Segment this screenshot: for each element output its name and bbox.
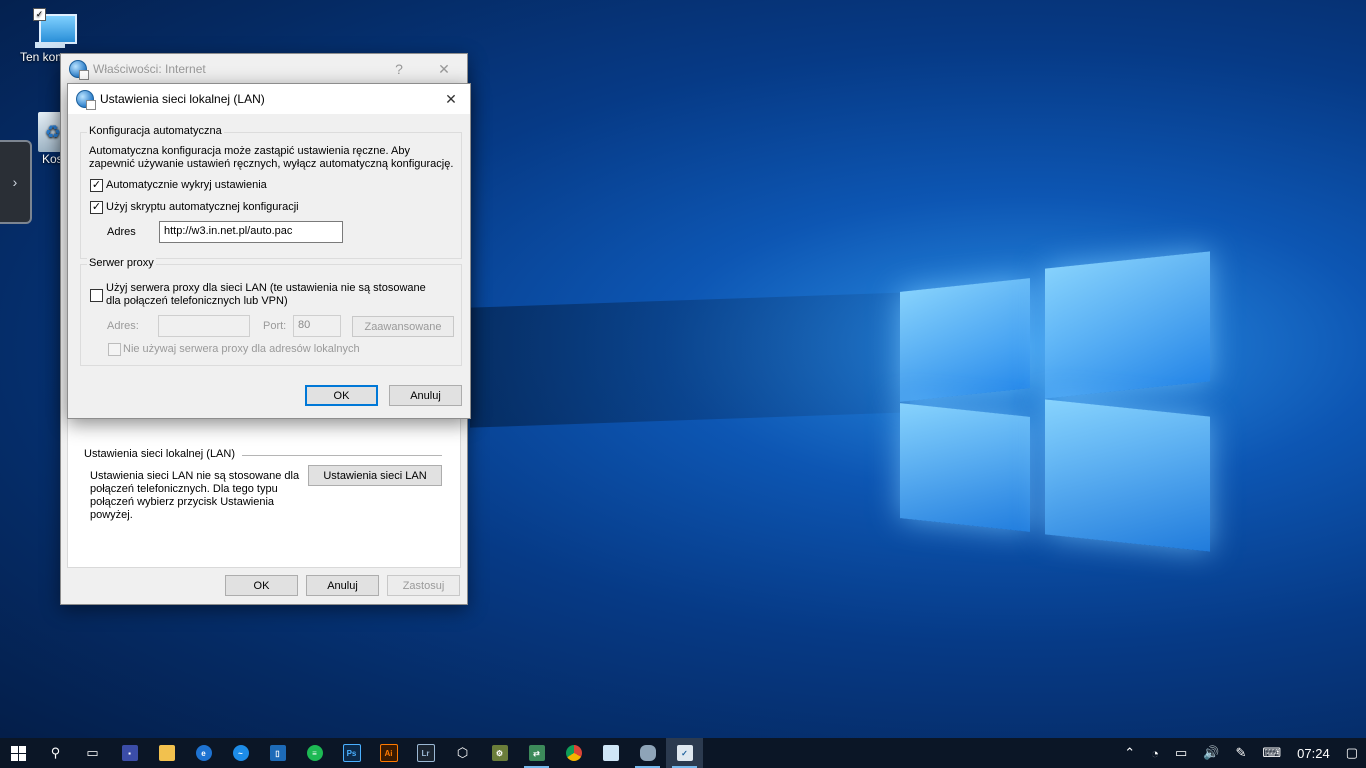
port-input[interactable]: 80 xyxy=(293,315,341,337)
use-proxy-checkbox[interactable] xyxy=(90,289,103,302)
ok-button[interactable]: OK xyxy=(225,575,298,596)
address-label: Adres xyxy=(107,226,136,238)
lan-settings-button[interactable]: Ustawienia sieci LAN xyxy=(308,465,442,486)
virtualbox-icon[interactable]: ⬡ xyxy=(444,738,481,768)
windows-logo-wallpaper xyxy=(895,240,1225,570)
script-address-input[interactable]: http://w3.in.net.pl/auto.pac xyxy=(159,221,343,243)
apply-button[interactable]: Zastosuj xyxy=(387,575,460,596)
auto-detect-checkbox[interactable]: ✓ xyxy=(90,179,103,192)
spotify-icon[interactable]: ≡ xyxy=(296,738,333,768)
close-button[interactable]: ✕ xyxy=(421,54,467,84)
section-divider xyxy=(242,455,442,456)
network-app-icon[interactable]: ⚙ xyxy=(481,738,518,768)
ok-button[interactable]: OK xyxy=(305,385,378,406)
photoshop-badge: Ps xyxy=(342,744,361,762)
system-tray: ⌃ ◔ ▭ 🔊 ✎ ⌨ 07:24 ▢ xyxy=(1116,738,1366,768)
pen-icon[interactable]: ✎ xyxy=(1235,745,1246,761)
use-script-label: Użyj skryptu automatycznej konfiguracji xyxy=(106,201,299,213)
bypass-local-label: Nie używaj serwera proxy dla adresów lok… xyxy=(123,343,360,355)
volume-icon[interactable]: 🔊 xyxy=(1203,745,1219,761)
illustrator-icon[interactable]: Ai xyxy=(370,738,407,768)
messenger-icon[interactable]: ~ xyxy=(222,738,259,768)
dialog-title: Ustawienia sieci lokalnej (LAN) xyxy=(100,92,265,106)
side-panel-handle[interactable]: › xyxy=(0,140,32,224)
cancel-button[interactable]: Anuluj xyxy=(389,385,462,406)
lightroom-badge: Lr xyxy=(416,744,435,762)
group-legend: Serwer proxy xyxy=(87,257,156,269)
battery-icon[interactable]: ▭ xyxy=(1175,745,1187,761)
search-icon[interactable]: ⚲ xyxy=(37,738,74,768)
lan-settings-dialog: Ustawienia sieci lokalnej (LAN) ✕ Konfig… xyxy=(67,83,471,419)
proxy-server-group: Serwer proxy Użyj serwera proxy dla siec… xyxy=(80,257,462,366)
port-label: Port: xyxy=(263,320,287,332)
photoshop-icon[interactable]: Ps xyxy=(333,738,370,768)
chevron-right-icon: › xyxy=(12,174,18,190)
keyboard-icon[interactable]: ⌨ xyxy=(1262,745,1281,761)
wifi-icon[interactable]: ◔ xyxy=(1151,746,1159,761)
clock[interactable]: 07:24 xyxy=(1297,746,1330,761)
auto-config-group: Konfiguracja automatyczna Automatyczna k… xyxy=(80,125,462,259)
chevron-up-icon[interactable]: ⌃ xyxy=(1124,745,1135,761)
close-button[interactable]: ✕ xyxy=(432,84,470,114)
save-icon[interactable]: ▪ xyxy=(111,738,148,768)
proxy-address-input[interactable] xyxy=(158,315,250,337)
auto-detect-label: Automatycznie wykryj ustawienia xyxy=(106,179,267,191)
group-legend: Konfiguracja automatyczna xyxy=(87,125,224,137)
titlebar: Ustawienia sieci lokalnej (LAN) xyxy=(68,84,470,114)
use-proxy-label: Użyj serwera proxy dla sieci LAN (te ust… xyxy=(106,282,426,307)
file-explorer-icon[interactable] xyxy=(148,738,185,768)
edge-icon[interactable]: e xyxy=(185,738,222,768)
taskbar: ⚲ ▭ ▪ e ~ ▯ ≡ Ps Ai Lr ⬡ ⚙ ⇄ ✓ ⌃ ◔ ▭ 🔊 ✎… xyxy=(0,738,1366,768)
globe-icon xyxy=(69,60,89,80)
start-icon[interactable] xyxy=(0,738,37,768)
network-app2-icon[interactable]: ⇄ xyxy=(518,738,555,768)
notifications-icon[interactable]: ▢ xyxy=(1346,745,1358,761)
cloud-icon[interactable] xyxy=(629,738,666,768)
lan-section-title: Ustawienia sieci lokalnej (LAN) xyxy=(84,448,236,460)
task-view-icon[interactable]: ▭ xyxy=(74,738,111,768)
notepad-icon[interactable] xyxy=(592,738,629,768)
internet-options-icon[interactable]: ✓ xyxy=(666,738,703,768)
lightroom-icon[interactable]: Lr xyxy=(407,738,444,768)
use-script-checkbox[interactable]: ✓ xyxy=(90,201,103,214)
advanced-button[interactable]: Zaawansowane xyxy=(352,316,454,337)
dialog-title: Właściwości: Internet xyxy=(93,62,206,76)
bypass-local-checkbox[interactable] xyxy=(108,343,121,356)
lan-description: Ustawienia sieci LAN nie są stosowane dl… xyxy=(90,470,300,521)
app-icon[interactable]: ▯ xyxy=(259,738,296,768)
chrome-icon[interactable] xyxy=(555,738,592,768)
illustrator-badge: Ai xyxy=(379,744,398,762)
cancel-button[interactable]: Anuluj xyxy=(306,575,379,596)
proxy-address-label: Adres: xyxy=(107,320,139,332)
help-button[interactable]: ? xyxy=(376,54,422,84)
computer-icon: ✓ xyxy=(33,8,77,50)
auto-config-description: Automatyczna konfiguracja może zastąpić … xyxy=(89,145,454,170)
light-beam xyxy=(470,292,910,428)
globe-icon xyxy=(76,90,96,110)
